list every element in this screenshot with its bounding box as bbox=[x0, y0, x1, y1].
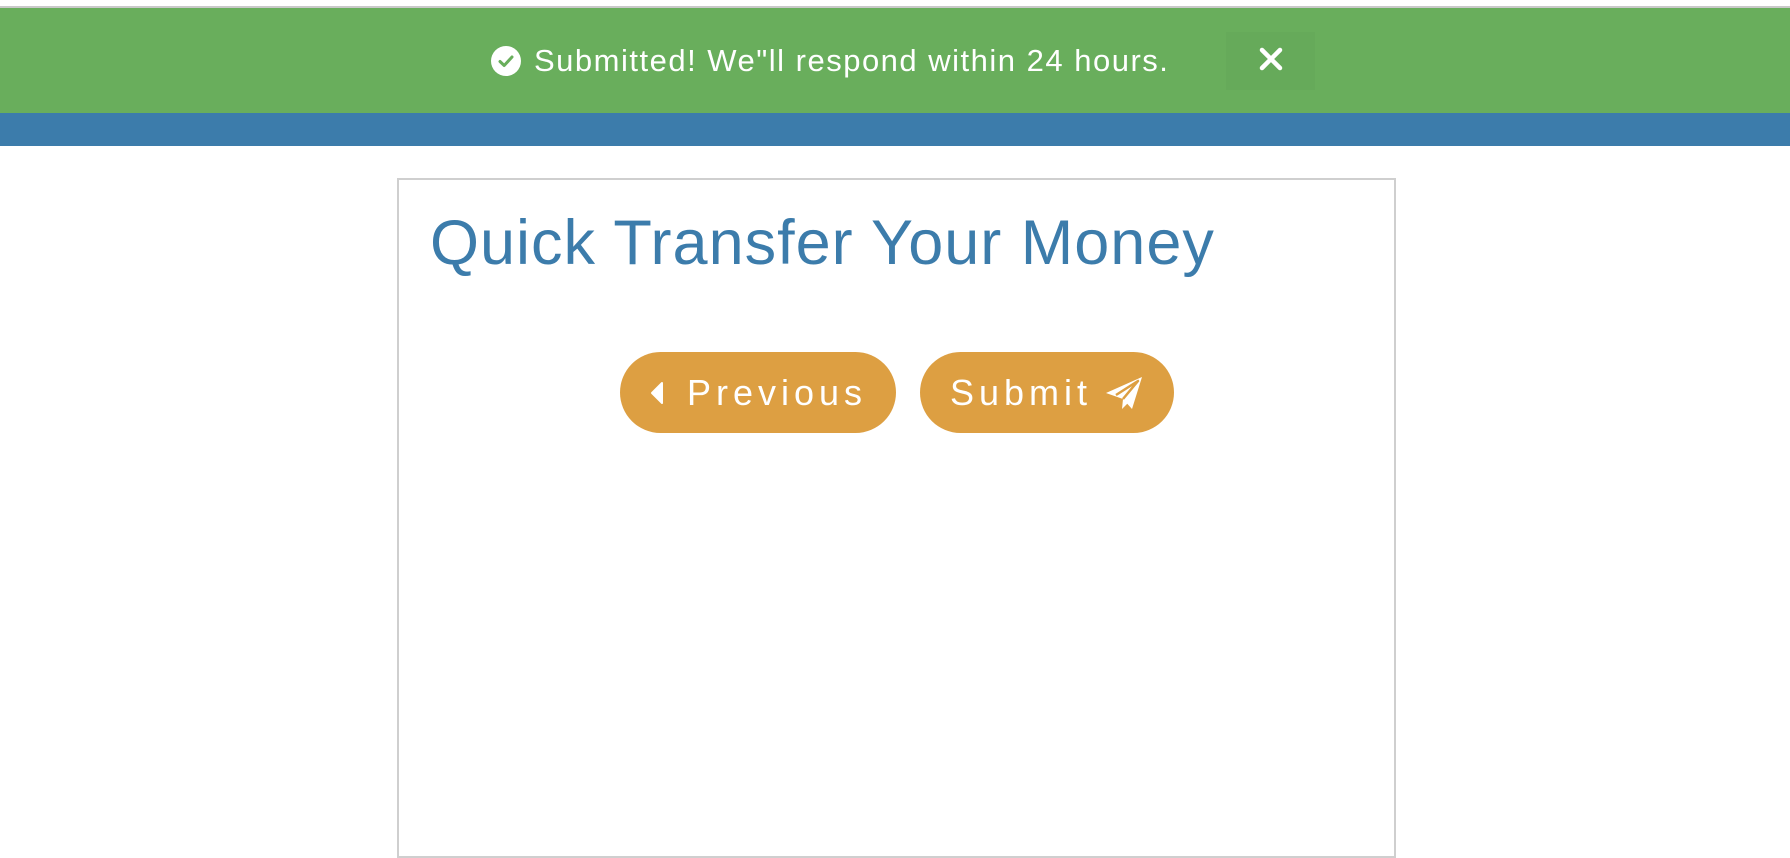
previous-button-label: Previous bbox=[686, 371, 868, 413]
check-circle-icon bbox=[490, 45, 522, 77]
submit-button-label: Submit bbox=[949, 371, 1093, 413]
caret-left-icon bbox=[649, 381, 665, 405]
alert-close-button[interactable] bbox=[1226, 32, 1315, 90]
close-icon[interactable] bbox=[1257, 45, 1285, 78]
paper-plane-icon bbox=[1104, 375, 1144, 411]
transfer-panel: Quick Transfer Your Money Previous Submi… bbox=[397, 178, 1396, 858]
nav-bar bbox=[0, 113, 1790, 146]
top-divider bbox=[0, 0, 1790, 8]
alert-content: Submitted! We"ll respond within 24 hours… bbox=[490, 32, 1315, 90]
success-alert: Submitted! We"ll respond within 24 hours… bbox=[0, 8, 1790, 113]
previous-button[interactable]: Previous bbox=[620, 352, 896, 433]
page-title: Quick Transfer Your Money bbox=[430, 208, 1215, 278]
submit-button[interactable]: Submit bbox=[920, 352, 1174, 433]
alert-message: Submitted! We"ll respond within 24 hours… bbox=[534, 43, 1170, 78]
